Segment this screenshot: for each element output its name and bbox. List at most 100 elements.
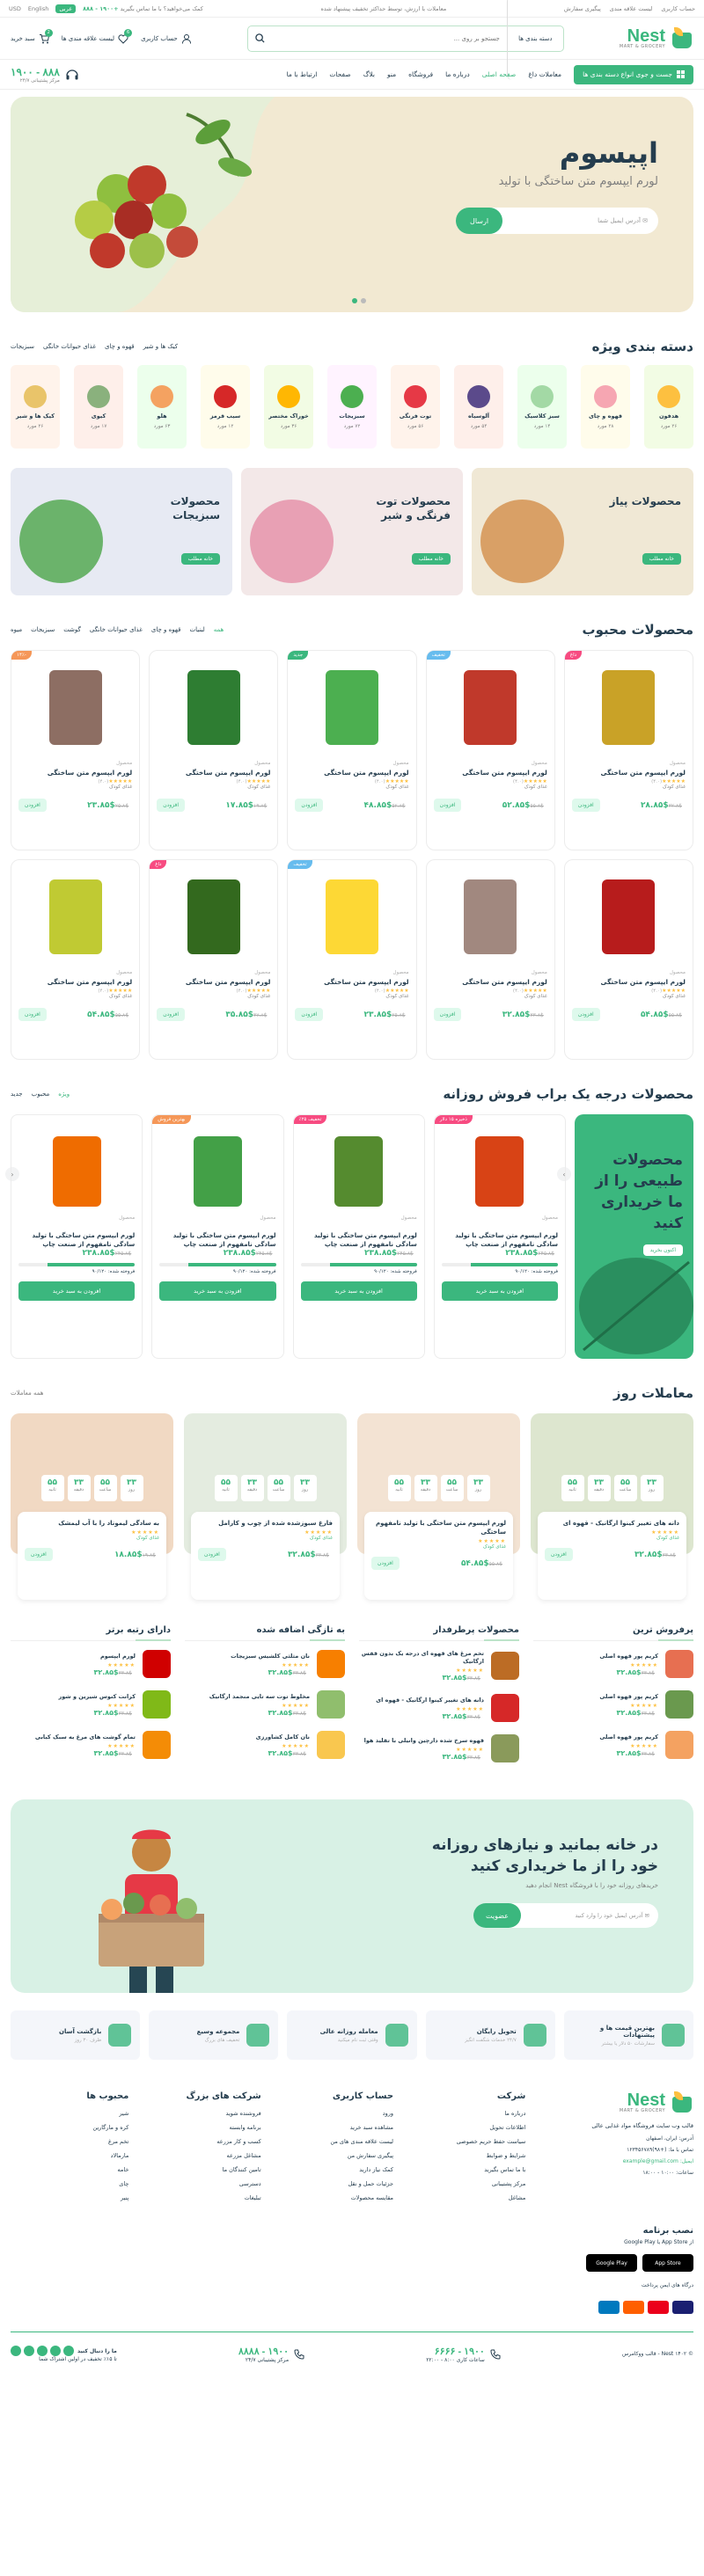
product-image[interactable] xyxy=(326,670,379,745)
lang-badge[interactable]: عربی xyxy=(55,4,77,13)
mini-product-name[interactable]: کریم پور قهوه اصلی xyxy=(599,1733,658,1741)
product-image[interactable] xyxy=(464,670,517,745)
product-card[interactable]: محصول لورم ایپسوم متن ساختگی ★★★★★(۴.۰) غذا… xyxy=(11,859,141,1060)
add-to-cart-button[interactable]: افزودن xyxy=(295,1008,324,1021)
app-store-button[interactable]: App Store xyxy=(642,2254,693,2272)
mini-product-image[interactable] xyxy=(665,1690,693,1719)
product-image[interactable] xyxy=(48,670,102,745)
category-card[interactable]: سبزیجات ۷۲ مورد xyxy=(327,365,377,449)
mini-product-name[interactable]: مخلوط توت سه تایی منجمد ارگانیک xyxy=(209,1693,310,1701)
tab-item[interactable]: غذای حیوانات خانگی xyxy=(90,626,143,633)
mini-product[interactable]: تخم مرغ های قهوه ای درجه یک بدون قفس ارگ… xyxy=(359,1650,519,1682)
add-to-cart-button[interactable]: افزودن xyxy=(433,799,462,812)
mini-product-name[interactable]: تمام گوشت های مرغ به سبک کبابی xyxy=(35,1733,136,1741)
category-card[interactable]: کیوی ۱۷ مورد xyxy=(74,365,123,449)
tab-item[interactable]: ویژه xyxy=(58,1091,70,1098)
mini-product[interactable]: کرانت کنوس شیرین و شور ★★★★★ ۳۲.۸۵$۳۳.۸$ xyxy=(11,1690,171,1719)
category-card[interactable]: خوراک مختصر ۳۶ مورد xyxy=(264,365,313,449)
tab-item[interactable]: کیک ها و شیر xyxy=(143,343,178,350)
footer-link[interactable]: سیاست حفظ حریم خصوصی xyxy=(407,2138,526,2145)
product-name[interactable]: لورم ایپسوم متن ساختگی xyxy=(295,769,409,777)
deal-card[interactable]: ۳۳ روز ۵۵ ساعت ۳۳ دقیقه ۵۵ ثانیه لورم ایپسوم متن… xyxy=(357,1413,520,1602)
nav-blog[interactable]: بلاگ xyxy=(363,70,375,78)
product-name[interactable]: لورم ایپسوم متن ساختگی xyxy=(157,769,271,777)
daily-product-card[interactable]: بهترین فروش محصول لورم ایپسوم متن ساختگی ب… xyxy=(151,1114,284,1359)
topbar-link-account[interactable]: حساب کاربری xyxy=(661,5,695,12)
footer-logo[interactable]: Nest MART & GROCERY xyxy=(539,2091,693,2114)
product-card[interactable]: محصول لورم ایپسوم متن ساختگی ★★★★★(۴.۰) غذا… xyxy=(563,859,693,1060)
product-image[interactable] xyxy=(187,879,240,954)
footer-link[interactable]: شیر xyxy=(11,2110,128,2117)
footer-link[interactable]: مشاغل مزرعه xyxy=(143,2152,260,2159)
newsletter-email-input[interactable]: ✉ آدرس ایمیل خود را وارد کنید xyxy=(576,1912,650,1919)
mini-product-image[interactable] xyxy=(143,1690,171,1719)
mini-product-image[interactable] xyxy=(665,1731,693,1759)
product-image[interactable] xyxy=(326,879,379,954)
category-card[interactable]: هلو ۶۳ مورد xyxy=(137,365,187,449)
footer-link[interactable]: کمک نیاز دارید xyxy=(275,2166,393,2173)
footer-link[interactable]: شرایط و ضوابط xyxy=(407,2152,526,2159)
tab-item[interactable]: لبنیات xyxy=(190,626,205,633)
footer-link[interactable]: دسترسی xyxy=(143,2180,261,2187)
mini-product-name[interactable]: دانه های تغییر کینوا ارگانیک - قهوه ای xyxy=(376,1697,484,1704)
deal-name[interactable]: به سادگی لیموناد را با آب لیمشک xyxy=(25,1519,159,1528)
footer-link[interactable]: برنامه وابسته xyxy=(143,2124,260,2131)
tab-item[interactable]: قهوه و چای xyxy=(151,626,181,633)
product-name[interactable]: لورم ایپسوم متن ساختگی xyxy=(18,769,133,777)
nav-about[interactable]: درباره ما xyxy=(445,70,470,78)
footer-link[interactable]: لیست علاقه مندی های من xyxy=(275,2138,393,2145)
add-to-cart-button[interactable]: افزودن xyxy=(157,1008,186,1021)
add-to-cart-button[interactable]: افزودن xyxy=(18,799,47,812)
footer-link[interactable]: چای xyxy=(11,2180,128,2187)
mini-product-name[interactable]: تخم مرغ های قهوه ای درجه یک بدون قفس ارگ… xyxy=(359,1650,484,1666)
all-categories-button[interactable]: جست و جوی انواع دسته بندی ها xyxy=(574,64,693,84)
product-card[interactable]: داغ محصول لورم ایپسوم متن ساختگی ★★★★★(۴.۰)… xyxy=(149,859,279,1060)
footer-link[interactable]: با ما تماس بگیرید xyxy=(407,2166,525,2173)
footer-link[interactable]: ورود xyxy=(275,2110,393,2117)
mini-product-image[interactable] xyxy=(317,1650,345,1678)
topbar-link-tracking[interactable]: پیگیری سفارش xyxy=(564,5,601,12)
product-name[interactable]: لورم ایپسوم متن ساختگی xyxy=(18,978,133,986)
mini-product-name[interactable]: قهوه سرخ شده دارچین وانیلی با تقلید هوا xyxy=(364,1737,484,1745)
promo-banner-button[interactable]: خانه مطلب xyxy=(642,553,681,565)
add-to-cart-button[interactable]: افزودن xyxy=(25,1548,53,1561)
footer-link[interactable]: مشاغل xyxy=(407,2194,526,2201)
mini-product-image[interactable] xyxy=(491,1694,519,1722)
product-card[interactable]: داغ محصول لورم ایپسوم متن ساختگی ★★★★★(۴.۰)… xyxy=(563,650,693,850)
deal-card[interactable]: ۳۳ روز ۵۵ ساعت ۳۳ دقیقه ۵۵ ثانیه فارغ سبوزشده شد… xyxy=(184,1413,347,1602)
tab-item[interactable]: سبزیجات xyxy=(11,343,34,350)
deal-name[interactable]: فارغ سبوزشده شده از چوب و کارامل xyxy=(198,1519,333,1528)
add-to-cart-button[interactable]: افزودن به سبد خرید xyxy=(159,1281,276,1301)
mini-product-image[interactable] xyxy=(317,1690,345,1719)
product-name[interactable]: لورم ایپسوم متن ساختگی با تولید سادگی نا… xyxy=(18,1231,135,1249)
add-to-cart-button[interactable]: افزودن به سبد خرید xyxy=(441,1281,558,1301)
add-to-cart-button[interactable]: افزودن xyxy=(571,1008,600,1021)
search-input[interactable] xyxy=(271,34,500,42)
mini-product-image[interactable] xyxy=(491,1734,519,1762)
hero-submit-button[interactable]: ارسال xyxy=(456,208,503,234)
product-name[interactable]: لورم ایپسوم متن ساختگی xyxy=(157,978,271,986)
all-deals-link[interactable]: همه معاملات xyxy=(11,1390,44,1397)
deal-name[interactable]: لورم ایپسوم متن ساختگی با تولید نامفهوم … xyxy=(371,1519,506,1536)
tab-item[interactable]: همه xyxy=(214,626,224,633)
footer-link[interactable]: مقایسه محصولات xyxy=(275,2194,393,2201)
mini-product[interactable]: نان کامل کشاورزی ★★★★★ ۳۲.۸۵$۳۳.۸$ xyxy=(185,1731,345,1759)
category-card[interactable]: آلوسیاه ۵۴ مورد xyxy=(454,365,503,449)
footer-link[interactable]: فروشنده شوید xyxy=(143,2110,261,2117)
topbar-link-wishlist[interactable]: لیست علاقه مندی xyxy=(610,5,653,12)
slider-dot-active[interactable] xyxy=(352,298,357,303)
lang-select[interactable]: English xyxy=(28,5,48,12)
deal-card[interactable]: ۳۳ روز ۵۵ ساعت ۳۳ دقیقه ۵۵ ثانیه دانه های تغییر … xyxy=(531,1413,693,1602)
search-icon[interactable] xyxy=(255,33,265,43)
category-card[interactable]: هدفون ۲۶ مورد xyxy=(644,365,693,449)
mini-product-name[interactable]: نان مثلثی کلشیس سبزیجات xyxy=(231,1653,310,1660)
product-image[interactable] xyxy=(464,879,517,954)
product-card[interactable]: محصول لورم ایپسوم متن ساختگی ★★★★★(۴.۰) غذا… xyxy=(425,859,555,1060)
daily-product-card[interactable]: ذخیره ۱۵ دلار محصول لورم ایپسوم متن ساختگی… xyxy=(433,1114,566,1359)
category-card[interactable]: سیب قرمز ۱۲ مورد xyxy=(201,365,250,449)
footer-link[interactable]: جزئیات حمل و نقل xyxy=(275,2180,394,2187)
tab-item[interactable]: محبوب xyxy=(32,1091,50,1098)
mini-product-name[interactable]: نان کامل کشاورزی xyxy=(256,1733,310,1741)
nav-hot-deals[interactable]: معاملات داغ xyxy=(528,70,561,78)
add-to-cart-button[interactable]: افزودن xyxy=(157,799,186,812)
